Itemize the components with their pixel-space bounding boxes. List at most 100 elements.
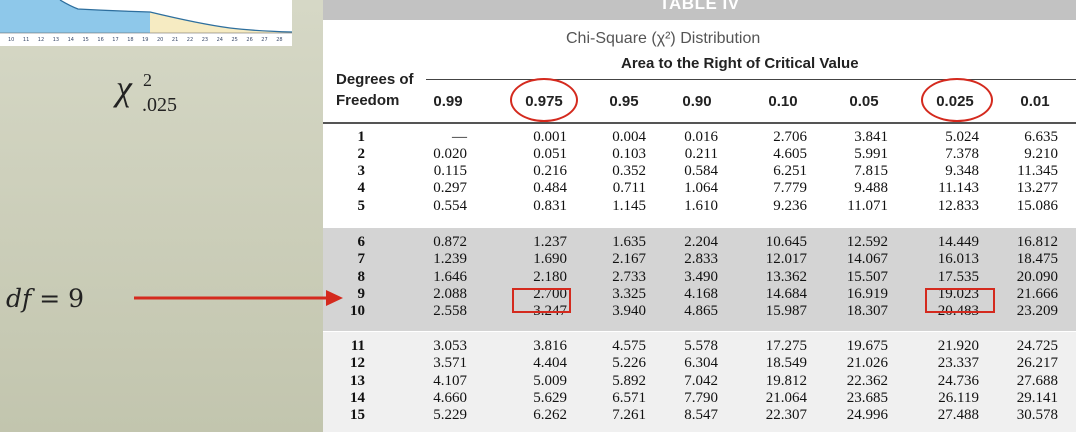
df-cell: 6: [357, 234, 366, 250]
x-axis-tick-label: 21: [172, 37, 178, 43]
table-cell: 18.307: [846, 303, 888, 319]
table-cell: 23.337: [937, 355, 979, 371]
table-cell: 3.053: [433, 338, 467, 354]
table-cell: 16.812: [1016, 234, 1058, 250]
df-header-line2: Freedom: [336, 92, 400, 109]
x-axis-tick-label: 28: [276, 37, 282, 43]
table-cell: 19.812: [765, 373, 807, 389]
table-cell: 0.115: [433, 163, 467, 179]
table-cell: 7.042: [684, 373, 718, 389]
table-cell: 0.584: [684, 163, 718, 179]
table-cell: 5.991: [854, 146, 888, 162]
table-cell: 0.872: [433, 234, 467, 250]
table-cell: 5.009: [533, 373, 567, 389]
table-cell: 22.307: [765, 407, 807, 423]
table-cell: 13.362: [765, 269, 807, 285]
table-cell: 3.841: [854, 129, 888, 145]
table-cell: 13.277: [1016, 180, 1058, 196]
table-cell: 27.488: [937, 407, 979, 423]
chi-symbol: χ: [116, 68, 132, 108]
x-axis-tick-label: 14: [68, 37, 74, 43]
table-cell: 0.004: [612, 129, 646, 145]
df-cell: 13: [350, 373, 365, 389]
area-title: Area to the Right of Critical Value: [621, 55, 859, 72]
distribution-title: Chi-Square (χ²) Distribution: [566, 30, 761, 47]
table-cell: 7.378: [945, 146, 979, 162]
table-cell: 2.167: [612, 251, 646, 267]
table-cell: —: [452, 129, 467, 145]
table-cell: 18.475: [1016, 251, 1058, 267]
table-cell: 5.892: [612, 373, 646, 389]
table-cell: 4.575: [612, 338, 646, 354]
x-axis-tick-label: 27: [261, 37, 267, 43]
table-cell: 5.229: [433, 407, 467, 423]
table-cell: 0.554: [433, 198, 467, 214]
table-cell: 0.051: [533, 146, 567, 162]
table-cell: 1.646: [433, 269, 467, 285]
chi-square-table: TABLE IV Chi-Square (χ²) Distribution Ar…: [323, 0, 1076, 432]
df-text: df =: [6, 284, 69, 313]
highlight-circle-0975: [510, 78, 578, 122]
table-cell: 22.362: [846, 373, 888, 389]
table-cell: 20.090: [1016, 269, 1058, 285]
table-cell: 7.779: [773, 180, 807, 196]
table-title-bar: TABLE IV: [323, 0, 1076, 20]
header-rule: [426, 79, 1076, 80]
table-cell: 27.688: [1016, 373, 1058, 389]
table-cell: 9.210: [1024, 146, 1058, 162]
table-cell: 1.145: [612, 198, 646, 214]
df-cell: 2: [357, 146, 366, 162]
chi-square-curve-graphic: 10 11 12 13 14 15 16 17 18 19 20 21 22 23 24 25 26 27 28: [0, 0, 292, 43]
table-cell: 17.535: [937, 269, 979, 285]
table-cell: 23.685: [846, 390, 888, 406]
table-cell: 17.275: [765, 338, 807, 354]
curve-body-area: [0, 0, 150, 33]
table-cell: 0.831: [533, 198, 567, 214]
df-cell: 14: [350, 390, 365, 406]
x-axis-tick-label: 11: [23, 37, 29, 43]
table-cell: 7.790: [684, 390, 718, 406]
df-cell: 7: [357, 251, 366, 267]
table-cell: 14.684: [765, 286, 807, 302]
df-cell: 1: [357, 129, 366, 145]
table-cell: 5.226: [612, 355, 646, 371]
table-cell: 18.549: [765, 355, 807, 371]
table-cell: 26.217: [1016, 355, 1058, 371]
df-cell: 12: [350, 355, 365, 371]
df-value: 9: [68, 284, 85, 313]
table-cell: 1.064: [684, 180, 718, 196]
table-cell: 0.216: [533, 163, 567, 179]
x-axis-tick-label: 19: [142, 37, 148, 43]
table-cell: 2.706: [773, 129, 807, 145]
df-cell: 8: [357, 269, 366, 285]
chi-square-curve-thumbnail: 10 11 12 13 14 15 16 17 18 19 20 21 22 23 24 25 26 27 28: [0, 0, 292, 46]
table-cell: 0.211: [684, 146, 718, 162]
table-cell: 6.635: [1024, 129, 1058, 145]
table-cell: 2.088: [433, 286, 467, 302]
table-cell: 3.325: [612, 286, 646, 302]
table-cell: 3.490: [684, 269, 718, 285]
highlight-box-19023: [925, 288, 995, 313]
column-header: 0.90: [682, 93, 712, 110]
x-axis-tick-label: 10: [8, 37, 14, 43]
column-header: 0.05: [849, 93, 879, 110]
table-cell: 4.605: [773, 146, 807, 162]
table-cell: 6.262: [533, 407, 567, 423]
table-cell: 15.507: [846, 269, 888, 285]
table-cell: 7.815: [854, 163, 888, 179]
table-cell: 24.736: [937, 373, 979, 389]
table-cell: 0.001: [533, 129, 567, 145]
x-axis-tick-label: 23: [202, 37, 208, 43]
table-cell: 30.578: [1016, 407, 1058, 423]
table-cell: 21.064: [765, 390, 807, 406]
table-cell: 12.592: [846, 234, 888, 250]
table-cell: 24.725: [1016, 338, 1058, 354]
table-cell: 0.297: [433, 180, 467, 196]
table-cell: 16.919: [846, 286, 888, 302]
df-annotation: df = 9: [6, 284, 84, 313]
table-cell: 2.180: [533, 269, 567, 285]
table-cell: 5.629: [533, 390, 567, 406]
table-cell: 4.660: [433, 390, 467, 406]
table-cell: 15.987: [765, 303, 807, 319]
x-axis-tick-label: 24: [217, 37, 223, 43]
